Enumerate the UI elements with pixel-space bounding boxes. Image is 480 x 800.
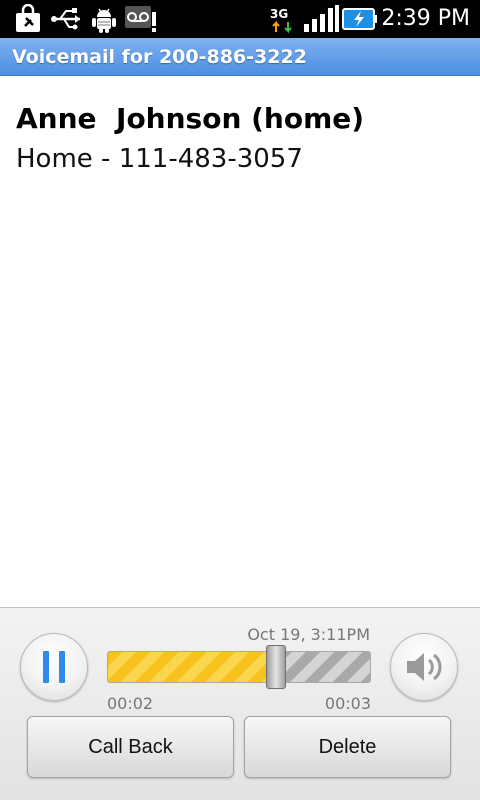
call-back-button[interactable]: Call Back (27, 716, 234, 778)
playback-progress-bar[interactable] (107, 651, 371, 683)
usb-icon (50, 4, 84, 34)
pause-button[interactable] (20, 633, 88, 701)
3g-data-icon: 3G (268, 4, 298, 34)
total-time: 00:03 (324, 694, 371, 713)
elapsed-time: 00:02 (107, 694, 154, 713)
title-bar: Voicemail for 200-886-3222 (0, 38, 480, 76)
speaker-button[interactable] (390, 633, 458, 701)
svg-text:3G: 3G (270, 7, 288, 21)
signal-bars-icon (302, 4, 340, 34)
voicemail-screen: 3G 2:39 PM Voicemail for 200-886-3222 An… (0, 0, 480, 800)
playback-seek-handle[interactable] (265, 645, 286, 689)
page-title: Voicemail for 200-886-3222 (12, 46, 307, 68)
delete-button[interactable]: Delete (244, 716, 451, 778)
contact-number: Home - 111-483-3057 (16, 144, 303, 174)
contact-name: Anne Johnson (home) (16, 102, 365, 135)
status-clock: 2:39 PM (381, 6, 470, 31)
shopping-bag-icon (12, 4, 44, 34)
voicemail-timestamp: Oct 19, 3:11PM (247, 625, 370, 644)
battery-charging-icon (342, 4, 378, 34)
status-bar: 3G 2:39 PM (0, 0, 480, 38)
pause-icon (43, 651, 65, 683)
android-debug-icon (88, 4, 120, 34)
voicemail-alert-icon (124, 4, 160, 34)
voicemail-player-panel: Oct 19, 3:11PM 00:02 00:03 Call Back Del… (0, 607, 480, 800)
speaker-icon (407, 653, 442, 681)
playback-progress-fill (108, 652, 276, 682)
